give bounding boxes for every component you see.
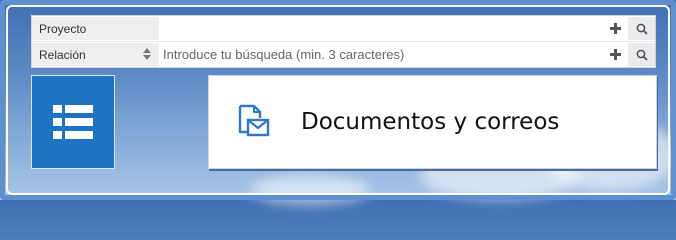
search-panel: Proyecto Relación <box>31 15 656 68</box>
list-icon <box>53 105 93 139</box>
relation-field[interactable] <box>159 43 602 66</box>
relation-search-input[interactable] <box>163 47 602 62</box>
relation-select[interactable]: Relación <box>32 43 159 66</box>
document-mail-icon <box>238 104 270 137</box>
project-field[interactable] <box>159 17 602 40</box>
search-icon <box>636 23 648 35</box>
project-input[interactable] <box>163 21 602 36</box>
documents-tile-title: Documentos y correos <box>301 109 560 135</box>
relation-search-button[interactable] <box>628 43 655 66</box>
project-row: Proyecto <box>32 17 655 40</box>
project-label: Proyecto <box>32 17 159 40</box>
background-cloud <box>250 175 370 205</box>
sort-arrows-icon <box>143 48 151 60</box>
relation-add-button[interactable] <box>602 43 628 66</box>
documents-tile[interactable]: Documentos y correos <box>208 75 657 169</box>
plus-icon <box>609 23 621 34</box>
project-add-button[interactable] <box>602 17 628 40</box>
plus-icon <box>609 49 621 60</box>
search-icon <box>636 49 648 61</box>
relation-label: Relación <box>39 47 86 62</box>
project-search-button[interactable] <box>628 17 655 40</box>
list-tile[interactable] <box>31 75 115 169</box>
row-divider <box>32 41 655 42</box>
relation-row: Relación <box>32 43 655 66</box>
